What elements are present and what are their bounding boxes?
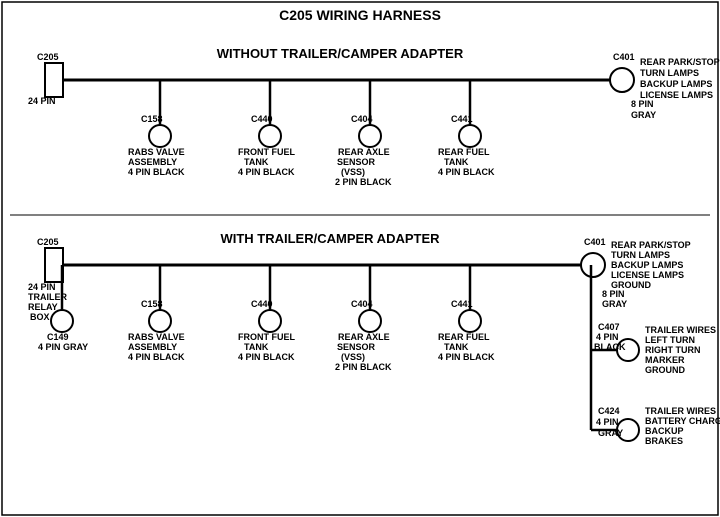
c205-bot-rect — [45, 248, 63, 282]
c440-top-sublabel1: FRONT FUEL — [238, 147, 295, 157]
svg-text:2 PIN BLACK: 2 PIN BLACK — [335, 177, 392, 187]
c401-top-pin-label: 8 PIN — [631, 99, 654, 109]
svg-text:BOX: BOX — [30, 312, 50, 322]
svg-text:TURN LAMPS: TURN LAMPS — [640, 68, 699, 78]
c404-top-label: C404 — [351, 114, 373, 124]
svg-text:LEFT TURN: LEFT TURN — [645, 335, 695, 345]
c149-label: C149 — [47, 332, 69, 342]
svg-text:TANK: TANK — [244, 157, 269, 167]
svg-text:TANK: TANK — [444, 157, 469, 167]
c401-bot-desc1: REAR PARK/STOP — [611, 240, 691, 250]
c158-bot-label: C158 — [141, 299, 163, 309]
svg-text:GRAY: GRAY — [631, 110, 656, 120]
c441-bot-label: C441 — [451, 299, 473, 309]
c440-bot-sublabel1: FRONT FUEL — [238, 332, 295, 342]
c440-bot-circle — [259, 310, 281, 332]
svg-text:RIGHT TURN: RIGHT TURN — [645, 345, 701, 355]
c401-top-label: C401 — [613, 52, 635, 62]
c401-bot-circle — [581, 253, 605, 277]
section2-label: WITH TRAILER/CAMPER ADAPTER — [220, 231, 440, 246]
c158-top-circle — [149, 125, 171, 147]
c158-top-sublabel1: RABS VALVE — [128, 147, 185, 157]
svg-text:4 PIN BLACK: 4 PIN BLACK — [238, 167, 295, 177]
c205-bot-sublabel: 24 PIN — [28, 282, 56, 292]
c424-pin-label: 4 PIN — [596, 417, 619, 427]
svg-text:4 PIN BLACK: 4 PIN BLACK — [438, 352, 495, 362]
svg-text:4 PIN BLACK: 4 PIN BLACK — [128, 167, 185, 177]
svg-text:4 PIN BLACK: 4 PIN BLACK — [238, 352, 295, 362]
c440-bot-label: C440 — [251, 299, 273, 309]
svg-text:GROUND: GROUND — [645, 365, 685, 375]
c441-top-label: C441 — [451, 114, 473, 124]
c407-pin-label: 4 PIN — [596, 332, 619, 342]
c401-top-circle — [610, 68, 634, 92]
section1-label: WITHOUT TRAILER/CAMPER ADAPTER — [217, 46, 464, 61]
c407-desc1: TRAILER WIRES — [645, 325, 716, 335]
svg-text:SENSOR: SENSOR — [337, 157, 376, 167]
svg-text:ASSEMBLY: ASSEMBLY — [128, 342, 177, 352]
svg-text:BACKUP LAMPS: BACKUP LAMPS — [640, 79, 712, 89]
c441-bot-circle — [459, 310, 481, 332]
c441-top-circle — [459, 125, 481, 147]
c158-bot-circle — [149, 310, 171, 332]
c404-top-sublabel1: REAR AXLE — [338, 147, 390, 157]
svg-text:4 PIN BLACK: 4 PIN BLACK — [438, 167, 495, 177]
svg-text:4 PIN BLACK: 4 PIN BLACK — [128, 352, 185, 362]
svg-text:ASSEMBLY: ASSEMBLY — [128, 157, 177, 167]
c424-label: C424 — [598, 406, 620, 416]
c149-circle — [51, 310, 73, 332]
page-title: C205 WIRING HARNESS — [279, 7, 441, 23]
svg-text:BACKUP: BACKUP — [645, 426, 684, 436]
svg-text:(VSS): (VSS) — [341, 352, 365, 362]
c205-top-label: C205 — [37, 52, 59, 62]
c149-sublabel: 4 PIN GRAY — [38, 342, 88, 352]
trailer-relay-label: TRAILER — [28, 292, 67, 302]
svg-text:LICENSE LAMPS: LICENSE LAMPS — [611, 270, 684, 280]
c158-top-label: C158 — [141, 114, 163, 124]
svg-text:(VSS): (VSS) — [341, 167, 365, 177]
svg-text:TANK: TANK — [244, 342, 269, 352]
c404-top-circle — [359, 125, 381, 147]
c404-bot-label: C404 — [351, 299, 373, 309]
c424-desc1: TRAILER WIRES — [645, 406, 716, 416]
c441-bot-sublabel1: REAR FUEL — [438, 332, 490, 342]
c158-bot-sublabel1: RABS VALVE — [128, 332, 185, 342]
c407-label: C407 — [598, 322, 620, 332]
svg-text:BLACK: BLACK — [594, 342, 626, 352]
svg-text:MARKER: MARKER — [645, 355, 685, 365]
svg-text:SENSOR: SENSOR — [337, 342, 376, 352]
c205-top-sublabel: 24 PIN — [28, 96, 56, 106]
svg-text:BACKUP LAMPS: BACKUP LAMPS — [611, 260, 683, 270]
c401-bot-label: C401 — [584, 237, 606, 247]
c205-top-rect — [45, 63, 63, 97]
c441-top-sublabel1: REAR FUEL — [438, 147, 490, 157]
c401-top-desc: REAR PARK/STOP — [640, 57, 720, 67]
svg-text:BATTERY CHARGE: BATTERY CHARGE — [645, 416, 720, 426]
svg-text:GRAY: GRAY — [602, 299, 627, 309]
c404-bot-circle — [359, 310, 381, 332]
c205-bot-label: C205 — [37, 237, 59, 247]
c404-bot-sublabel1: REAR AXLE — [338, 332, 390, 342]
svg-text:2 PIN BLACK: 2 PIN BLACK — [335, 362, 392, 372]
svg-text:TURN LAMPS: TURN LAMPS — [611, 250, 670, 260]
c440-top-circle — [259, 125, 281, 147]
c401-bot-pin-label: 8 PIN — [602, 289, 625, 299]
svg-text:TANK: TANK — [444, 342, 469, 352]
svg-text:RELAY: RELAY — [28, 302, 58, 312]
c440-top-label: C440 — [251, 114, 273, 124]
svg-text:BRAKES: BRAKES — [645, 436, 683, 446]
svg-text:GRAY: GRAY — [598, 428, 623, 438]
